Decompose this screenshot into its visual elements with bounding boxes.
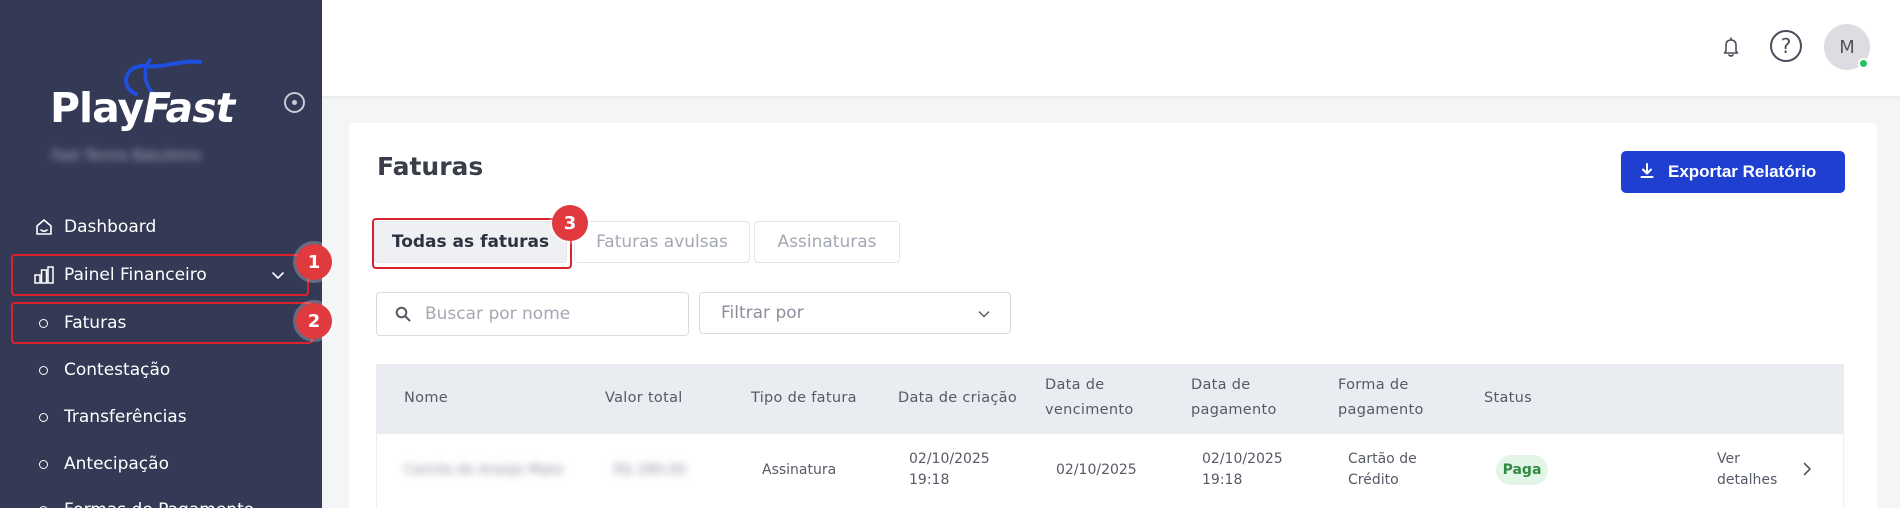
link-line: detalhes: [1717, 472, 1778, 488]
playfast-logo[interactable]: PlayFast: [50, 56, 235, 136]
step-marker-3: 3: [552, 205, 588, 241]
filter-select[interactable]: Filtrar por: [699, 292, 1011, 334]
cell-nome: Camila de Araújo Matos: [404, 462, 564, 478]
sidebar-item-label: Contestação: [64, 360, 171, 380]
cell-line: 02/10/2025: [1202, 451, 1283, 467]
online-status-indicator: [1858, 58, 1869, 69]
cell-line: Crédito: [1348, 472, 1399, 488]
page-title: Faturas: [377, 152, 484, 181]
sidebar-item-label: Formas de Pagamento: [64, 500, 254, 508]
sidebar-item-antecipacao[interactable]: Antecipação: [0, 444, 322, 484]
sidebar-item-transferencias[interactable]: Transferências: [0, 397, 322, 437]
step-marker-2: 2: [296, 303, 332, 339]
column-header-forma-de-pagamento: Forma de pagamento: [1338, 373, 1424, 423]
cell-line: Cartão de: [1348, 451, 1417, 467]
tab-faturas-avulsas[interactable]: Faturas avulsas: [574, 221, 750, 263]
logo-text-play: Play: [50, 84, 144, 132]
cell-tipo-de-fatura: Assinatura: [762, 462, 837, 478]
home-icon: [33, 216, 55, 238]
tab-label: Faturas avulsas: [596, 232, 728, 252]
sidebar-item-formas-de-pagamento[interactable]: Formas de Pagamento: [0, 490, 322, 508]
link-line: Ver: [1717, 451, 1740, 467]
chevron-right-icon[interactable]: [1800, 461, 1814, 477]
search-box: [376, 292, 689, 336]
view-details-link[interactable]: Ver detalhes: [1717, 449, 1777, 491]
tab-label: Assinaturas: [777, 232, 877, 252]
search-input[interactable]: [425, 301, 675, 327]
search-icon: [395, 306, 411, 322]
bell-icon[interactable]: [1720, 36, 1742, 58]
header-line: Data de: [1045, 377, 1105, 393]
column-header-nome: Nome: [404, 390, 448, 406]
chevron-down-icon: [978, 311, 990, 318]
header-line: Forma de: [1338, 377, 1409, 393]
highlight-box-faturas: [11, 302, 313, 344]
header-line: vencimento: [1045, 402, 1134, 418]
cell-data-de-pagamento: 02/10/2025 19:18: [1202, 449, 1283, 491]
sidebar-item-dashboard[interactable]: Dashboard: [0, 207, 322, 247]
cell-data-de-vencimento: 02/10/2025: [1056, 462, 1137, 478]
cell-line: 02/10/2025: [909, 451, 990, 467]
bullet-icon: [39, 459, 48, 469]
sidebar-collapse-button[interactable]: [284, 92, 305, 113]
cell-line: 19:18: [1202, 472, 1243, 488]
organization-name: Fast Tennis Batuiteiro: [52, 148, 202, 164]
logo-text: PlayFast: [50, 84, 235, 132]
column-header-data-de-pagamento: Data de pagamento: [1191, 373, 1277, 423]
header-line: Data de: [1191, 377, 1251, 393]
sidebar-item-label: Antecipação: [64, 454, 169, 474]
export-report-button[interactable]: Exportar Relatório: [1621, 151, 1845, 193]
logo-text-fast: Fast: [143, 84, 235, 132]
bullet-icon: [39, 365, 48, 375]
cell-line: 19:18: [909, 472, 950, 488]
help-icon[interactable]: ?: [1770, 30, 1802, 62]
status-badge: Paga: [1496, 455, 1548, 485]
sidebar-item-label: Dashboard: [64, 217, 157, 237]
cell-valor-total: R$ 280,00: [614, 462, 687, 478]
header-line: pagamento: [1338, 402, 1424, 418]
cell-data-de-criacao: 02/10/2025 19:18: [909, 449, 990, 491]
export-report-label: Exportar Relatório: [1668, 162, 1817, 181]
highlight-box-todas-as-faturas: [372, 218, 572, 269]
step-marker-1: 1: [296, 244, 332, 280]
column-header-tipo-de-fatura: Tipo de fatura: [751, 390, 857, 406]
top-bar: [322, 0, 1900, 96]
bullet-icon: [39, 412, 48, 422]
column-header-data-de-vencimento: Data de vencimento: [1045, 373, 1134, 423]
column-header-data-de-criacao: Data de criação: [898, 390, 1018, 406]
column-header-valor-total: Valor total: [605, 390, 683, 406]
highlight-box-painel-financeiro: [11, 254, 309, 296]
sidebar-item-contestacao[interactable]: Contestação: [0, 350, 322, 390]
header-line: pagamento: [1191, 402, 1277, 418]
column-header-status: Status: [1484, 390, 1533, 406]
sidebar: PlayFast Fast Tennis Batuiteiro Dashboar…: [0, 0, 322, 508]
sidebar-item-label: Transferências: [64, 407, 187, 427]
tab-assinaturas[interactable]: Assinaturas: [754, 221, 900, 263]
download-icon: [1640, 163, 1654, 178]
filter-label: Filtrar por: [721, 303, 804, 323]
cell-forma-de-pagamento: Cartão de Crédito: [1348, 449, 1417, 491]
